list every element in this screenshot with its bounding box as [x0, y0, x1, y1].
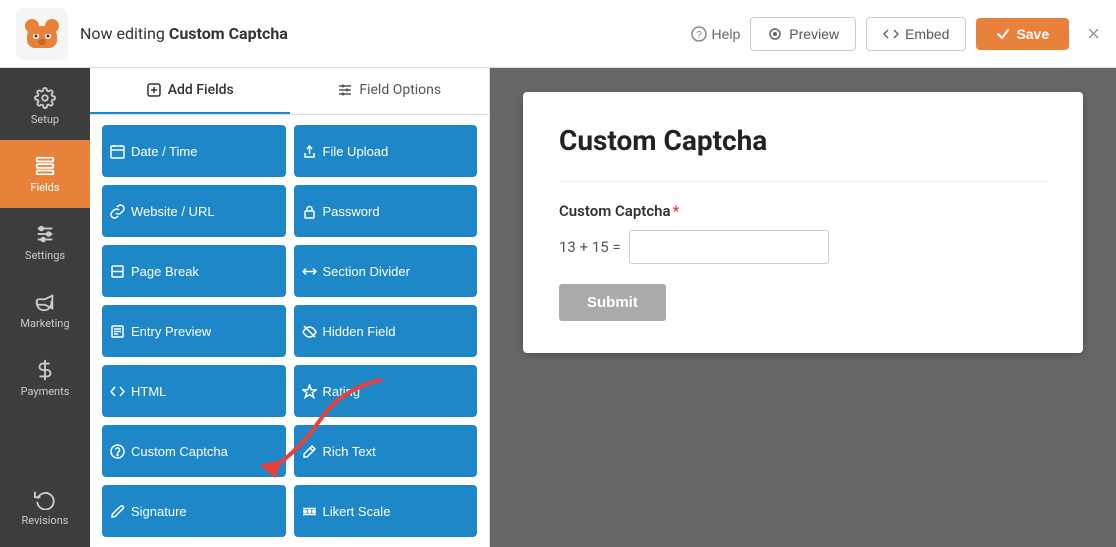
sidebar-item-settings[interactable]: Settings [0, 208, 90, 276]
tab-field-options[interactable]: Field Options [290, 68, 490, 114]
preview-area: Custom Captcha Custom Captcha* 13 + 15 =… [490, 68, 1116, 547]
sidebar: Setup Fields Settings Marketi [0, 68, 90, 547]
sidebar-item-setup[interactable]: Setup [0, 72, 90, 140]
field-btn-signature[interactable]: Signature [102, 485, 286, 537]
sidebar-item-fields[interactable]: Fields [0, 140, 90, 208]
fields-tabs: Add Fields Field Options [90, 68, 489, 115]
preview-button[interactable]: Preview [750, 17, 856, 51]
field-btn-date-time[interactable]: Date / Time [102, 125, 286, 177]
svg-text:?: ? [697, 30, 703, 41]
fields-grid: Date / Time File Upload Website / URL [90, 115, 489, 547]
field-btn-section-divider[interactable]: Section Divider [294, 245, 478, 297]
logo-icon [22, 14, 62, 54]
topbar-actions: ? Help Preview Embed Save × [691, 17, 1100, 51]
megaphone-icon [34, 291, 56, 313]
dollar-icon [34, 359, 56, 381]
field-options-icon [337, 82, 353, 98]
calendar-icon [110, 144, 125, 159]
save-check-icon [996, 27, 1010, 41]
field-btn-rich-text[interactable]: Rich Text [294, 425, 478, 477]
page-break-icon [110, 264, 125, 279]
divider-icon [302, 264, 317, 279]
edit-icon [302, 444, 317, 459]
required-asterisk: * [673, 202, 680, 220]
help-button[interactable]: ? Help [691, 26, 740, 42]
field-btn-html[interactable]: HTML [102, 365, 286, 417]
question-icon [110, 444, 125, 459]
form-preview-title: Custom Captcha [559, 124, 1047, 157]
field-btn-custom-captcha[interactable]: Custom Captcha [102, 425, 286, 477]
field-btn-page-break[interactable]: Page Break [102, 245, 286, 297]
field-btn-entry-preview[interactable]: Entry Preview [102, 305, 286, 357]
gear-icon [34, 87, 56, 109]
sidebar-item-marketing[interactable]: Marketing [0, 276, 90, 344]
form-name: Custom Captcha [169, 24, 288, 43]
captcha-input[interactable] [629, 230, 829, 264]
field-btn-password[interactable]: Password [294, 185, 478, 237]
star-icon [302, 384, 317, 399]
fields-panel: Add Fields Field Options [90, 68, 490, 547]
lock-icon [302, 204, 317, 219]
tab-add-fields[interactable]: Add Fields [90, 68, 290, 114]
captcha-row: 13 + 15 = [559, 230, 1047, 264]
form-card: Custom Captcha Custom Captcha* 13 + 15 =… [523, 92, 1083, 353]
help-icon: ? [691, 26, 707, 42]
field-btn-hidden-field[interactable]: Hidden Field [294, 305, 478, 357]
close-button[interactable]: × [1087, 21, 1100, 47]
form-divider [559, 181, 1047, 182]
pen-icon [110, 504, 125, 519]
logo [16, 8, 68, 60]
entry-icon [110, 324, 125, 339]
save-button[interactable]: Save [976, 18, 1069, 50]
field-btn-website-url[interactable]: Website / URL [102, 185, 286, 237]
main-layout: Setup Fields Settings Marketi [0, 68, 1116, 547]
topbar-title: Now editing Custom Captcha [80, 24, 679, 43]
field-btn-likert-scale[interactable]: Likert Scale [294, 485, 478, 537]
link-icon [110, 204, 125, 219]
field-btn-rating[interactable]: Rating [294, 365, 478, 417]
sidebar-item-payments[interactable]: Payments [0, 344, 90, 412]
submit-button[interactable]: Submit [559, 284, 666, 321]
captcha-label: Custom Captcha* [559, 202, 1047, 220]
preview-icon [767, 26, 783, 42]
fields-icon [34, 155, 56, 177]
embed-button[interactable]: Embed [866, 17, 966, 51]
add-fields-icon [146, 82, 162, 98]
refresh-icon [34, 488, 56, 510]
embed-icon [883, 26, 899, 42]
dots-icon [302, 504, 317, 519]
sliders-icon [34, 223, 56, 245]
field-btn-file-upload[interactable]: File Upload [294, 125, 478, 177]
upload-icon [302, 144, 317, 159]
sidebar-item-revisions[interactable]: Revisions [0, 473, 90, 541]
captcha-equation: 13 + 15 = [559, 238, 621, 256]
code-icon [110, 384, 125, 399]
hidden-icon [302, 324, 317, 339]
topbar: Now editing Custom Captcha ? Help Previe… [0, 0, 1116, 68]
